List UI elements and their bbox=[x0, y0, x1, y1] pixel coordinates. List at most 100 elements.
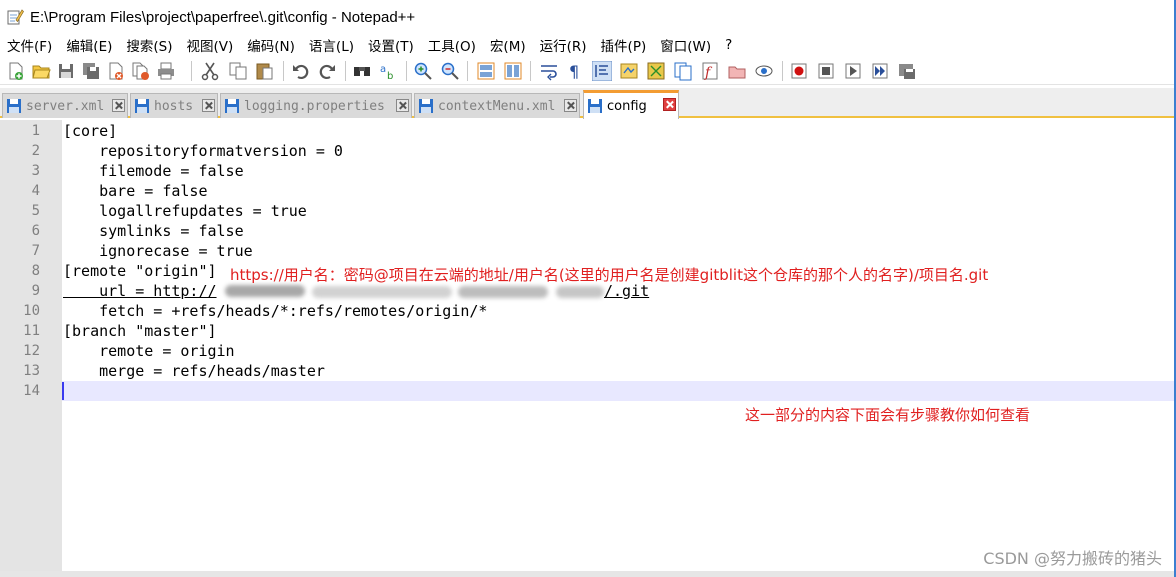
menu-macro[interactable]: 宏(M) bbox=[483, 35, 533, 55]
play-macro-icon[interactable] bbox=[843, 61, 863, 81]
menu-file[interactable]: 文件(F) bbox=[0, 35, 59, 55]
close-icon[interactable] bbox=[106, 61, 126, 81]
close-all-icon[interactable] bbox=[131, 61, 151, 81]
undo-icon[interactable] bbox=[291, 61, 311, 81]
line-number: 10 bbox=[23, 303, 40, 319]
function-list-icon[interactable]: f bbox=[700, 61, 720, 81]
current-line-highlight bbox=[62, 381, 1176, 401]
svg-text:b: b bbox=[387, 71, 393, 81]
tab-bar: server.xml hosts logging.properties cont… bbox=[0, 88, 1176, 119]
menu-language[interactable]: 语言(L) bbox=[302, 35, 361, 55]
line-number: 6 bbox=[31, 223, 40, 239]
menu-edit[interactable]: 编辑(E) bbox=[59, 35, 119, 55]
code-line-url: url = http:// bbox=[63, 282, 217, 300]
save-icon[interactable] bbox=[56, 61, 76, 81]
menu-search[interactable]: 搜索(S) bbox=[119, 35, 179, 55]
line-number: 8 bbox=[31, 263, 40, 279]
line-number: 2 bbox=[31, 143, 40, 159]
notepad-icon[interactable] bbox=[6, 8, 24, 26]
tab-label: contextMenu.xml bbox=[438, 98, 556, 114]
saved-file-icon bbox=[419, 99, 433, 113]
menu-plugins[interactable]: 插件(P) bbox=[594, 35, 654, 55]
editor[interactable]: 1 2 3 4 5 6 7 8 9 10 11 12 13 14 [core] … bbox=[0, 120, 1176, 571]
redacted-text bbox=[556, 286, 604, 298]
cut-icon[interactable] bbox=[200, 61, 220, 81]
close-tab-icon[interactable] bbox=[202, 99, 215, 112]
code-line: filemode = false bbox=[63, 162, 244, 180]
menu-tools[interactable]: 工具(O) bbox=[421, 35, 483, 55]
toolbar: ab ¶ f bbox=[0, 57, 1176, 85]
menu-encoding[interactable]: 编码(N) bbox=[240, 35, 302, 55]
indent-guide-icon[interactable] bbox=[592, 61, 612, 81]
copy-icon[interactable] bbox=[228, 61, 248, 81]
folder-workspace-icon[interactable] bbox=[727, 61, 747, 81]
zoom-in-icon[interactable] bbox=[413, 61, 433, 81]
stop-record-icon[interactable] bbox=[816, 61, 836, 81]
new-file-icon[interactable] bbox=[6, 61, 26, 81]
word-wrap-icon[interactable] bbox=[539, 61, 559, 81]
replace-icon[interactable]: ab bbox=[378, 61, 398, 81]
code-line: [core] bbox=[63, 122, 118, 140]
line-number: 3 bbox=[31, 163, 40, 179]
svg-text:a: a bbox=[380, 64, 386, 75]
tab-label: server.xml bbox=[26, 98, 105, 114]
toolbar-separator bbox=[467, 61, 468, 81]
save-macro-icon[interactable] bbox=[897, 61, 917, 81]
menu-help[interactable]: ? bbox=[718, 37, 739, 53]
line-number: 4 bbox=[31, 183, 40, 199]
code-line: logallrefupdates = true bbox=[63, 202, 307, 220]
tab-logging-properties[interactable]: logging.properties bbox=[220, 93, 412, 118]
redo-icon[interactable] bbox=[317, 61, 337, 81]
code-line: [remote "origin"] bbox=[63, 262, 217, 280]
monitoring-icon[interactable] bbox=[754, 61, 774, 81]
toolbar-separator bbox=[782, 61, 783, 81]
saved-file-icon bbox=[588, 99, 602, 113]
tab-label: hosts bbox=[154, 98, 194, 114]
code-line: bare = false bbox=[63, 182, 208, 200]
tab-server-xml[interactable]: server.xml bbox=[2, 93, 128, 118]
redacted-text bbox=[225, 285, 305, 297]
print-icon[interactable] bbox=[156, 61, 176, 81]
run-macro-multiple-icon[interactable] bbox=[870, 61, 890, 81]
menu-settings[interactable]: 设置(T) bbox=[361, 35, 421, 55]
window-title: E:\Program Files\project\paperfree\.git\… bbox=[30, 8, 416, 26]
line-number: 14 bbox=[23, 383, 40, 399]
code-line: repositoryformatversion = 0 bbox=[63, 142, 343, 160]
code-line: fetch = +refs/heads/*:refs/remotes/origi… bbox=[63, 302, 488, 320]
menu-run[interactable]: 运行(R) bbox=[533, 35, 594, 55]
menu-window[interactable]: 窗口(W) bbox=[653, 35, 718, 55]
line-number: 13 bbox=[23, 363, 40, 379]
sync-horizontal-icon[interactable] bbox=[503, 61, 523, 81]
code-line: merge = refs/heads/master bbox=[63, 362, 325, 380]
text-caret bbox=[62, 382, 64, 400]
saved-file-icon bbox=[7, 99, 21, 113]
find-icon[interactable] bbox=[352, 61, 372, 81]
watermark: CSDN @努力搬砖的猪头 bbox=[983, 549, 1162, 568]
close-tab-icon[interactable] bbox=[663, 98, 676, 111]
tab-hosts[interactable]: hosts bbox=[130, 93, 218, 118]
open-file-icon[interactable] bbox=[31, 61, 51, 81]
menu-view[interactable]: 视图(V) bbox=[180, 35, 241, 55]
close-tab-icon[interactable] bbox=[564, 99, 577, 112]
line-number: 5 bbox=[31, 203, 40, 219]
url-format-annotation: https://用户名：密码@项目在云端的地址/用户名(这里的用户名是创建git… bbox=[230, 266, 989, 284]
paste-icon[interactable] bbox=[254, 61, 274, 81]
toolbar-separator bbox=[406, 61, 407, 81]
zoom-out-icon[interactable] bbox=[440, 61, 460, 81]
tab-contextmenu-xml[interactable]: contextMenu.xml bbox=[414, 93, 580, 118]
show-all-chars-icon[interactable]: ¶ bbox=[565, 61, 585, 81]
toolbar-separator bbox=[191, 61, 192, 81]
doc-map-icon[interactable] bbox=[646, 61, 666, 81]
close-tab-icon[interactable] bbox=[112, 99, 125, 112]
sync-vertical-icon[interactable] bbox=[476, 61, 496, 81]
udl-icon[interactable] bbox=[619, 61, 639, 81]
note-annotation: 这一部分的内容下面会有步骤教你如何查看 bbox=[745, 406, 1031, 424]
save-all-icon[interactable] bbox=[81, 61, 101, 81]
tab-label: logging.properties bbox=[244, 98, 385, 114]
doc-list-icon[interactable] bbox=[673, 61, 693, 81]
horizontal-scrollbar[interactable] bbox=[0, 571, 1176, 577]
tab-config[interactable]: config bbox=[583, 90, 679, 119]
line-number-gutter: 1 2 3 4 5 6 7 8 9 10 11 12 13 14 bbox=[0, 120, 62, 571]
record-macro-icon[interactable] bbox=[789, 61, 809, 81]
close-tab-icon[interactable] bbox=[396, 99, 409, 112]
